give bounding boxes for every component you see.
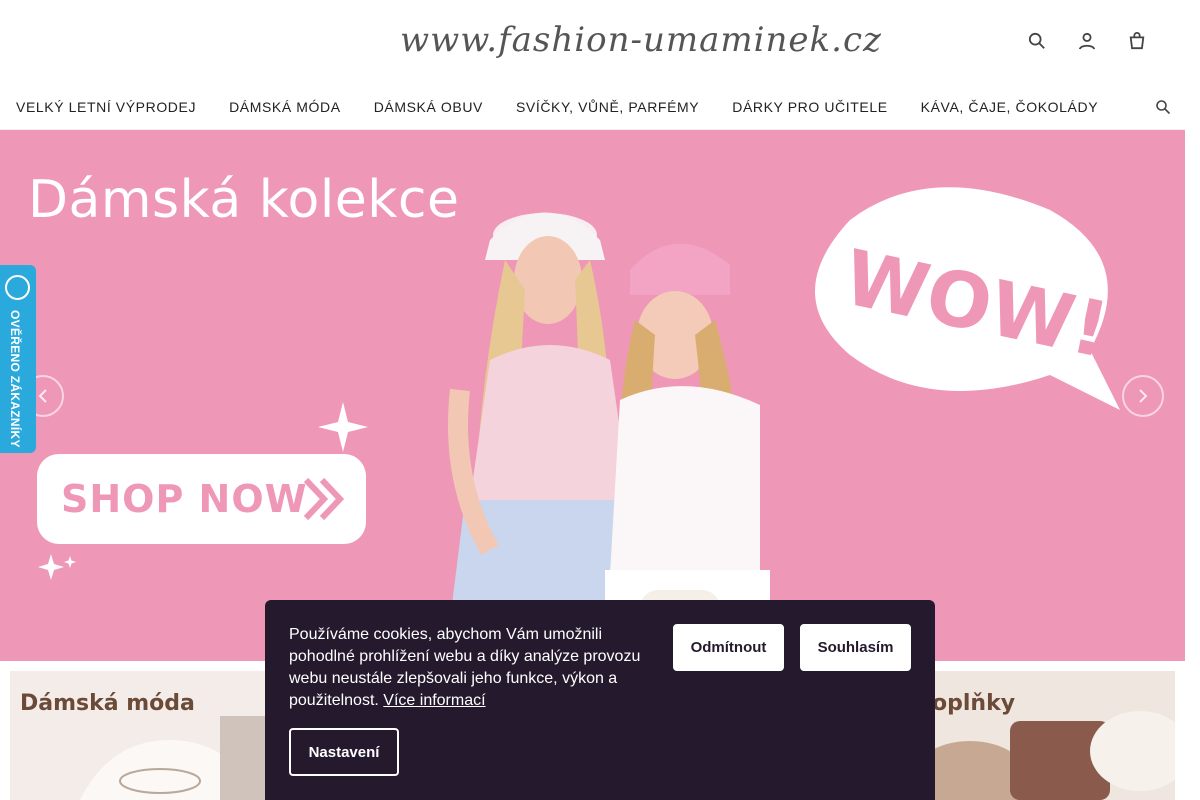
cart-icon[interactable] [1127,30,1147,52]
category-tile-accessories[interactable]: oplňky [930,671,1175,800]
shop-now-label: SHOP NOW [61,477,308,521]
wow-speech-bubble: WOW! [815,187,1120,410]
more-info-link[interactable]: Více informací [383,692,485,709]
site-logo[interactable]: www.fashion-umaminek.cz [400,12,881,72]
logo-text: www.fashion-umaminek.cz [400,20,882,60]
reject-cookies-button[interactable]: Odmítnout [673,624,784,671]
main-nav: VELKÝ LETNÍ VÝPRODEJ DÁMSKÁ MÓDA DÁMSKÁ … [0,84,1185,130]
chevron-right-icon [1139,389,1148,403]
search-icon[interactable] [1027,30,1047,52]
category-tile-image [80,716,270,800]
nav-item-candles-perfumes[interactable]: SVÍČKY, VŮNĚ, PARFÉMY [516,99,699,115]
cookie-consent-bar: Používáme cookies, abychom Vám umožnili … [265,600,935,800]
double-chevron-right-icon [303,477,345,521]
nav-item-womens-shoes[interactable]: DÁMSKÁ OBUV [374,99,483,115]
chevron-left-icon [38,389,47,403]
verified-logo-icon [5,275,30,300]
nav-item-summer-sale[interactable]: VELKÝ LETNÍ VÝPRODEJ [16,99,196,115]
carousel-next-button[interactable] [1122,375,1164,417]
shop-now-button[interactable]: SHOP NOW [37,454,366,544]
nav-item-womens-fashion[interactable]: DÁMSKÁ MÓDA [229,99,341,115]
nav-search-icon[interactable] [1155,99,1171,115]
accept-cookies-button[interactable]: Souhlasím [800,624,911,671]
header-icons [1027,30,1147,52]
sparkle-icon [318,402,368,452]
nav-item-teacher-gifts[interactable]: DÁRKY PRO UČITELE [732,99,887,115]
sparkle-icon [38,554,76,580]
cookie-consent-text: Používáme cookies, abychom Vám umožnili … [289,624,649,712]
verified-by-customers-badge[interactable]: OVĚŘENO ZÁKAZNÍKY [0,265,36,453]
hero-banner[interactable]: Dámská kolekce WOW! SHOP NOW [0,130,1185,661]
verified-badge-label: OVĚŘENO ZÁKAZNÍKY [8,310,22,448]
category-tile-image [930,711,1175,800]
site-header: www.fashion-umaminek.cz [0,0,1185,84]
hero-models-image [445,212,770,661]
user-icon[interactable] [1077,30,1097,52]
category-tile-womens-fashion[interactable]: Dámská móda [10,671,270,800]
nav-item-coffee-tea-chocolate[interactable]: KÁVA, ČAJE, ČOKOLÁDY [921,99,1098,115]
cookie-settings-button[interactable]: Nastavení [289,728,399,776]
